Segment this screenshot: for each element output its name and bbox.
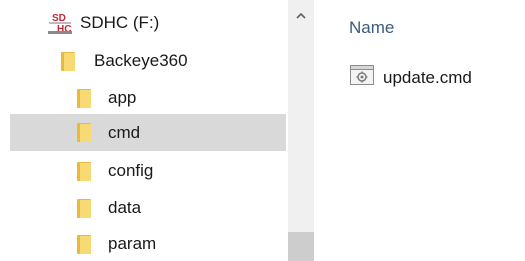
folder-icon (77, 89, 91, 113)
folder-icon (77, 162, 91, 186)
svg-text:SD: SD (52, 13, 66, 24)
tree-item-label: config (108, 161, 154, 180)
tree-item-label: cmd (108, 122, 141, 142)
navigation-scrollbar[interactable] (288, 0, 314, 261)
tree-item-sdhc-drive[interactable]: SD HC SDHC (F:) (10, 6, 286, 40)
navigation-pane: SD HC SDHC (F:) Backeye360 app cmd confi… (0, 0, 288, 261)
tree-item-label: data (108, 198, 142, 217)
scroll-up-button[interactable] (288, 0, 314, 30)
file-name-label: update.cmd (383, 68, 472, 87)
tree-item-param[interactable]: param (10, 227, 286, 261)
tree-item-label: SDHC (F:) (80, 13, 160, 32)
file-list-pane: Name update.cmd (314, 0, 525, 261)
folder-icon (77, 199, 91, 223)
tree-item-config[interactable]: config (10, 154, 286, 188)
file-explorer-window: SD HC SDHC (F:) Backeye360 app cmd confi… (0, 0, 525, 261)
folder-icon (61, 52, 75, 76)
tree-item-cmd[interactable]: cmd (10, 114, 286, 151)
scrollbar-thumb[interactable] (288, 232, 314, 261)
tree-item-label: param (108, 234, 157, 253)
tree-item-app[interactable]: app (10, 81, 286, 115)
sd-card-icon: SD HC (48, 11, 72, 40)
column-header-name[interactable]: Name (349, 18, 394, 38)
tree-item-label: Backeye360 (94, 51, 188, 70)
file-row-update-cmd[interactable]: update.cmd (350, 64, 520, 92)
tree-item-label: app (108, 88, 137, 107)
windows-command-script-icon (350, 64, 374, 91)
tree-item-backeye360[interactable]: Backeye360 (10, 44, 286, 78)
folder-icon (77, 123, 91, 147)
folder-icon (77, 235, 91, 259)
chevron-up-icon (296, 6, 306, 24)
tree-item-data[interactable]: data (10, 191, 286, 225)
